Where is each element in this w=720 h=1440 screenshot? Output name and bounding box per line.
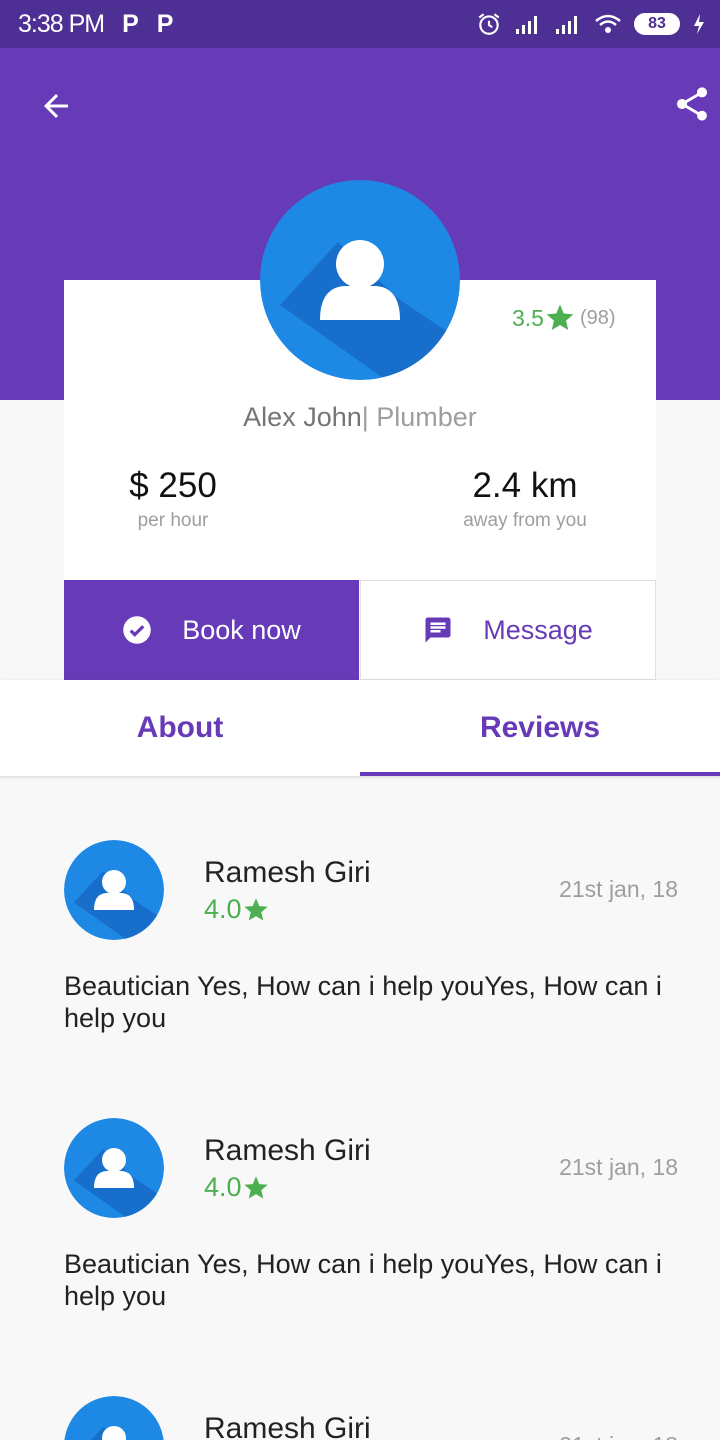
user-icon [260,180,460,380]
review-item: Ramesh Giri 4.0 21st jan, 18 Beautician … [0,1118,720,1396]
user-icon [64,1396,164,1440]
price-unit: per hour [137,510,209,531]
rating-count: (98) [579,306,616,329]
star-icon [243,897,268,920]
review-date: 21st jan, 18 [559,1154,678,1180]
book-now-button[interactable]: Book now [64,580,359,680]
price-stat: $ 250 per hour [43,466,303,532]
message-label: Message [483,614,593,645]
review-item: Ramesh Giri 21st jan, 18 [0,1396,720,1440]
distance-stat: 2.4 km away from you [395,466,655,532]
battery-icon: 83 [634,13,680,35]
tab-reviews[interactable]: Reviews [360,680,720,776]
profile-name-line: Alex John| Plumber [0,402,720,433]
distance-label: away from you [463,510,587,531]
reviewer-name: Ramesh Giri [204,1134,371,1167]
charging-icon [694,14,704,34]
share-icon [677,87,707,121]
review-rating-value: 4.0 [204,894,242,924]
profile-name: Alex John [243,402,362,432]
price-value: $ 250 [129,466,217,505]
review-rating: 4.0 [204,1172,270,1203]
arrow-left-icon [44,94,68,118]
review-item: Ramesh Giri 4.0 21st jan, 18 Beautician … [0,840,720,1118]
message-icon [425,617,451,643]
review-rating-value: 4.0 [204,1172,242,1202]
share-button[interactable] [664,76,720,132]
tab-bar: About Reviews [0,680,720,776]
rating-value: 3.5 [512,304,544,331]
distance-value: 2.4 km [472,466,578,505]
review-date: 21st jan, 18 [559,876,678,902]
reviewer-avatar [64,840,164,940]
status-bar: 3:38 PM P P 83 [0,0,720,48]
star-icon [243,1175,268,1198]
wifi-icon [595,14,621,33]
message-button[interactable]: Message [360,580,656,680]
alarm-icon [478,13,500,35]
reviewer-avatar [64,1396,164,1440]
profile-avatar [260,180,460,380]
notification-icon: P [122,9,139,38]
signal-icon [516,16,537,34]
user-icon [64,1118,164,1218]
check-circle-icon [123,616,151,644]
review-text: Beautician Yes, How can i help youYes, H… [64,1249,662,1311]
review-date: 21st jan, 18 [559,1432,678,1440]
reviewer-name: Ramesh Giri [204,856,371,889]
signal-icon [556,16,577,34]
star-icon [546,304,574,330]
profile-rating: 3.5 (98) [512,302,616,334]
active-tab-indicator [360,772,720,776]
status-time: 3:38 PM [18,9,105,38]
notification-icon: P [156,9,174,38]
user-icon [64,840,164,940]
tab-about[interactable]: About [0,680,360,776]
reviewer-avatar [64,1118,164,1218]
profile-role: | Plumber [361,402,477,432]
book-now-label: Book now [182,614,301,645]
review-text: Beautician Yes, How can i help youYes, H… [64,971,662,1033]
reviewer-name: Ramesh Giri [204,1412,371,1440]
review-rating: 4.0 [204,894,270,925]
back-button[interactable] [28,78,84,134]
status-indicators: 83 [476,0,706,48]
